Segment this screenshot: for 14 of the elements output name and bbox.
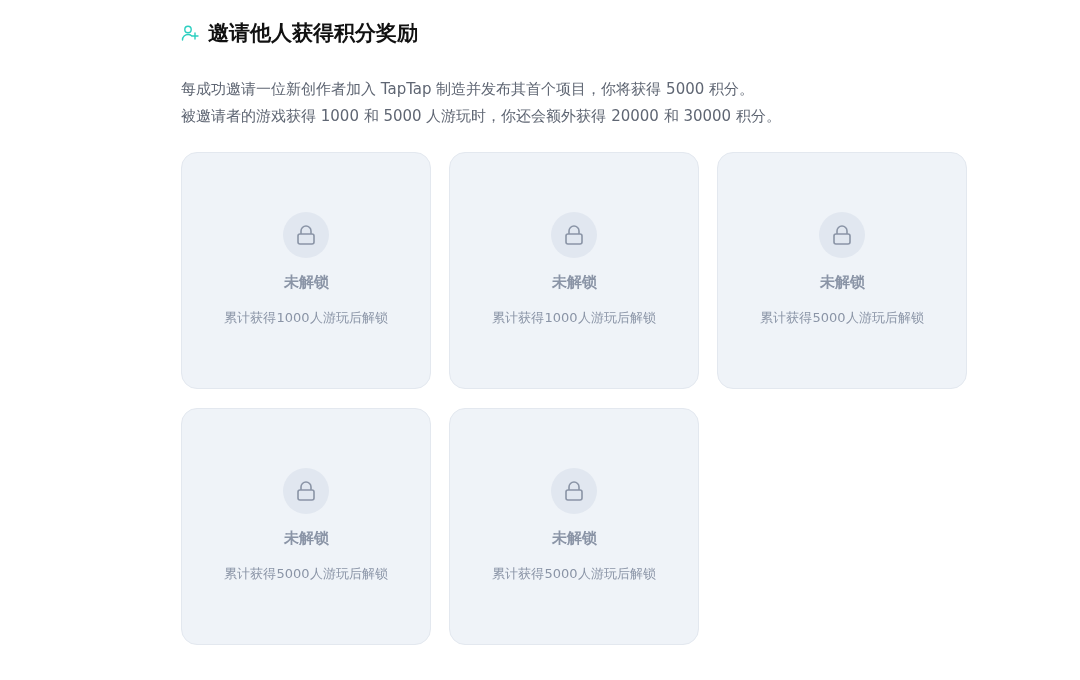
status-label: 未解锁 (819, 273, 865, 292)
status-label: 未解锁 (283, 529, 329, 548)
unlock-condition: 累计获得5000人游玩后解锁 (760, 309, 924, 327)
description-text: 被邀请者的游戏获得 1000 和 5000 人游玩时，你还会额外获得 20000 和 30000 积分。 (181, 106, 782, 127)
user-add-icon (181, 24, 199, 42)
unlock-condition: 累计获得1000人游玩后解锁 (224, 309, 388, 327)
unlock-condition: 累计获得5000人游玩后解锁 (224, 565, 388, 583)
description-text: 每成功邀请一位新创作者加入 TapTap 制造并发布其首个项目，你将获得 5000 积分。 (181, 79, 756, 100)
unlock-condition: 累计获得5000人游玩后解锁 (492, 565, 656, 583)
status-label: 未解锁 (551, 273, 597, 292)
status-label: 未解锁 (283, 273, 329, 292)
section-title: 邀请他人获得积分奖励 (208, 20, 418, 47)
status-label: 未解锁 (551, 529, 597, 548)
unlock-condition: 累计获得1000人游玩后解锁 (492, 309, 656, 327)
